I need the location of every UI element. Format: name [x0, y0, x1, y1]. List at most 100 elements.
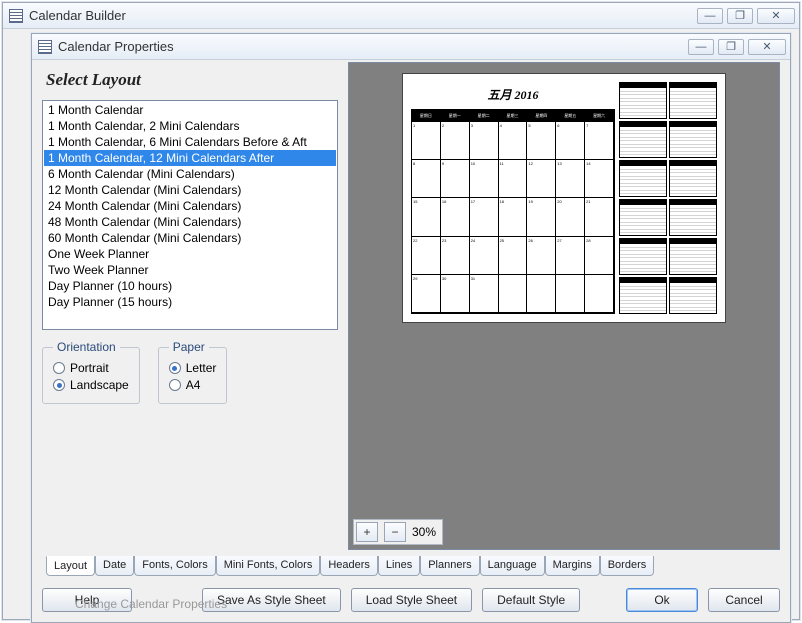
outer-titlebar: Calendar Builder — ❐ ✕ — [3, 3, 799, 29]
zoom-level: 30% — [412, 525, 436, 539]
calendar-cell: 6 — [556, 122, 585, 160]
calendar-cell: 1 — [412, 122, 441, 160]
calendar-cell: 5 — [527, 122, 556, 160]
calendar-cell: 17 — [470, 198, 499, 236]
cancel-button[interactable]: Cancel — [708, 588, 780, 612]
preview-page: 五月 2016 星期日星期一星期二星期三星期四星期五星期六12345678910… — [402, 73, 726, 323]
layout-option[interactable]: 24 Month Calendar (Mini Calendars) — [44, 198, 336, 214]
layout-option[interactable]: 60 Month Calendar (Mini Calendars) — [44, 230, 336, 246]
layout-option[interactable]: 1 Month Calendar, 6 Mini Calendars Befor… — [44, 134, 336, 150]
paper-option[interactable]: Letter — [169, 361, 217, 375]
calendar-main: 五月 2016 星期日星期一星期二星期三星期四星期五星期六12345678910… — [411, 82, 615, 314]
calendar-cell: 16 — [441, 198, 470, 236]
radio-label: Landscape — [70, 378, 129, 392]
layout-option[interactable]: 6 Month Calendar (Mini Calendars) — [44, 166, 336, 182]
calendar-cell: 25 — [499, 237, 528, 275]
tab-headers[interactable]: Headers — [320, 556, 378, 576]
mini-calendar — [619, 82, 667, 119]
app-icon — [9, 9, 23, 23]
preview-panel: 五月 2016 星期日星期一星期二星期三星期四星期五星期六12345678910… — [348, 62, 780, 550]
inner-window-controls: — ❐ ✕ — [688, 39, 786, 55]
outer-window-controls: — ❐ ✕ — [697, 8, 795, 24]
mini-calendar — [669, 160, 717, 197]
mini-calendar — [619, 277, 667, 314]
weekday-header: 星期日 — [412, 110, 441, 122]
calendar-cell: 4 — [499, 122, 528, 160]
weekday-header: 星期一 — [441, 110, 470, 122]
minimize-button[interactable]: — — [697, 8, 723, 24]
orientation-group: Orientation Portrait Landscape — [42, 340, 140, 404]
outer-title: Calendar Builder — [29, 8, 697, 23]
inner-titlebar: Calendar Properties — ❐ ✕ — [32, 34, 790, 60]
default-style-button[interactable]: Default Style — [482, 588, 580, 612]
inner-title: Calendar Properties — [58, 39, 688, 54]
radio-label: A4 — [186, 378, 201, 392]
calendar-cell: 21 — [585, 198, 614, 236]
layout-option[interactable]: 48 Month Calendar (Mini Calendars) — [44, 214, 336, 230]
weekday-header: 星期六 — [585, 110, 614, 122]
calendar-cell: 15 — [412, 198, 441, 236]
mini-calendars — [619, 82, 717, 314]
tabs-row: LayoutDateFonts, ColorsMini Fonts, Color… — [42, 556, 780, 576]
mini-calendar — [669, 199, 717, 236]
calendar-cell: 18 — [499, 198, 528, 236]
layout-option[interactable]: Day Planner (10 hours) — [44, 278, 336, 294]
calendar-cell: 24 — [470, 237, 499, 275]
left-panel: Select Layout 1 Month Calendar1 Month Ca… — [42, 62, 338, 550]
calendar-cell: 28 — [585, 237, 614, 275]
dialog-minimize-button[interactable]: — — [688, 39, 714, 55]
layout-option[interactable]: 12 Month Calendar (Mini Calendars) — [44, 182, 336, 198]
layout-option[interactable]: One Week Planner — [44, 246, 336, 262]
radio-label: Letter — [186, 361, 217, 375]
tab-fonts-colors[interactable]: Fonts, Colors — [134, 556, 215, 576]
maximize-button[interactable]: ❐ — [727, 8, 753, 24]
calendar-cell: 27 — [556, 237, 585, 275]
tab-planners[interactable]: Planners — [420, 556, 479, 576]
tab-date[interactable]: Date — [95, 556, 134, 576]
tab-margins[interactable]: Margins — [545, 556, 600, 576]
calendar-cell: 23 — [441, 237, 470, 275]
calendar-cell: 31 — [470, 275, 499, 313]
layout-option[interactable]: 1 Month Calendar — [44, 102, 336, 118]
mini-calendar — [669, 82, 717, 119]
mini-calendar — [619, 238, 667, 275]
calendar-cell: 19 — [527, 198, 556, 236]
calendar-cell: 9 — [441, 160, 470, 198]
calendar-month-title: 五月 2016 — [411, 82, 615, 109]
orientation-option[interactable]: Portrait — [53, 361, 129, 375]
zoom-in-button[interactable]: + — [356, 522, 378, 542]
calendar-cell: 30 — [441, 275, 470, 313]
tab-borders[interactable]: Borders — [600, 556, 655, 576]
layout-option[interactable]: Two Week Planner — [44, 262, 336, 278]
weekday-header: 星期五 — [556, 110, 585, 122]
tab-language[interactable]: Language — [480, 556, 545, 576]
calendar-cell: 8 — [412, 160, 441, 198]
paper-legend: Paper — [169, 340, 209, 354]
calendar-cell — [499, 275, 528, 313]
layout-option[interactable]: 1 Month Calendar, 12 Mini Calendars Afte… — [44, 150, 336, 166]
calendar-cell: 11 — [499, 160, 528, 198]
tab-lines[interactable]: Lines — [378, 556, 420, 576]
ok-button[interactable]: Ok — [626, 588, 698, 612]
orientation-legend: Orientation — [53, 340, 120, 354]
tab-mini-fonts-colors[interactable]: Mini Fonts, Colors — [216, 556, 321, 576]
zoom-out-button[interactable]: − — [384, 522, 406, 542]
load-style-button[interactable]: Load Style Sheet — [351, 588, 472, 612]
layout-listbox[interactable]: 1 Month Calendar1 Month Calendar, 2 Mini… — [42, 100, 338, 330]
layout-option[interactable]: 1 Month Calendar, 2 Mini Calendars — [44, 118, 336, 134]
paper-option[interactable]: A4 — [169, 378, 217, 392]
orientation-option[interactable]: Landscape — [53, 378, 129, 392]
layout-option[interactable]: Day Planner (15 hours) — [44, 294, 336, 310]
dialog-close-button[interactable]: ✕ — [748, 39, 786, 55]
close-button[interactable]: ✕ — [757, 8, 795, 24]
inner-dialog: Calendar Properties — ❐ ✕ Select Layout … — [31, 33, 791, 623]
calendar-cell: 26 — [527, 237, 556, 275]
dialog-icon — [38, 40, 52, 54]
zoom-bar: + − 30% — [353, 519, 443, 545]
calendar-cell — [556, 275, 585, 313]
calendar-cell: 10 — [470, 160, 499, 198]
tab-layout[interactable]: Layout — [46, 556, 95, 576]
calendar-cell: 14 — [585, 160, 614, 198]
dialog-maximize-button[interactable]: ❐ — [718, 39, 744, 55]
background-command: Change Calendar Properties — [75, 597, 227, 611]
